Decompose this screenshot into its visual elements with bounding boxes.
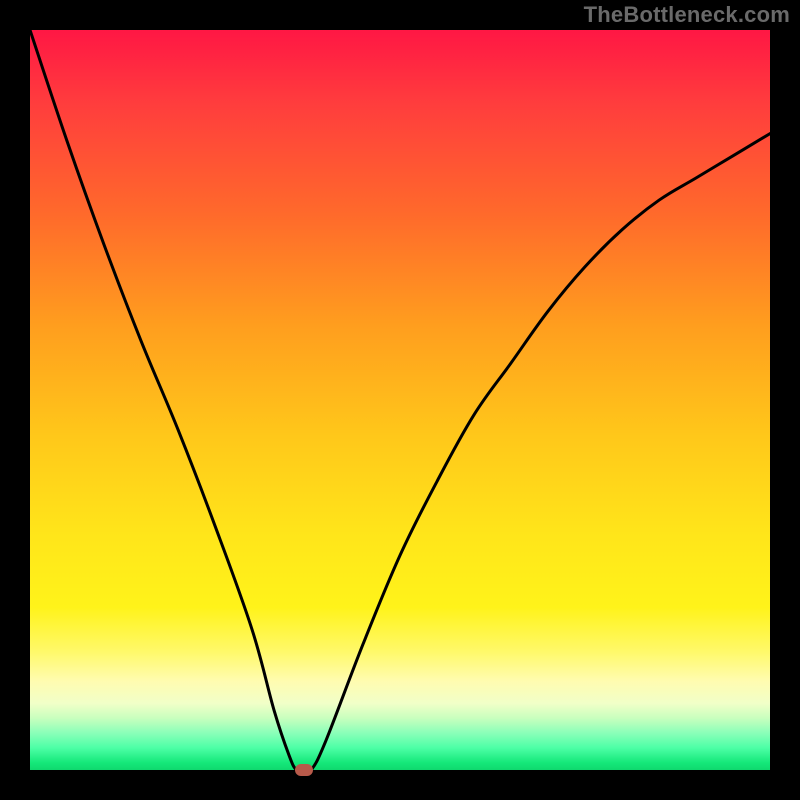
chart-frame: TheBottleneck.com [0, 0, 800, 800]
bottleneck-curve [30, 30, 770, 770]
curve-svg [30, 30, 770, 770]
plot-area [30, 30, 770, 770]
watermark-text: TheBottleneck.com [584, 2, 790, 28]
min-marker [295, 764, 313, 776]
